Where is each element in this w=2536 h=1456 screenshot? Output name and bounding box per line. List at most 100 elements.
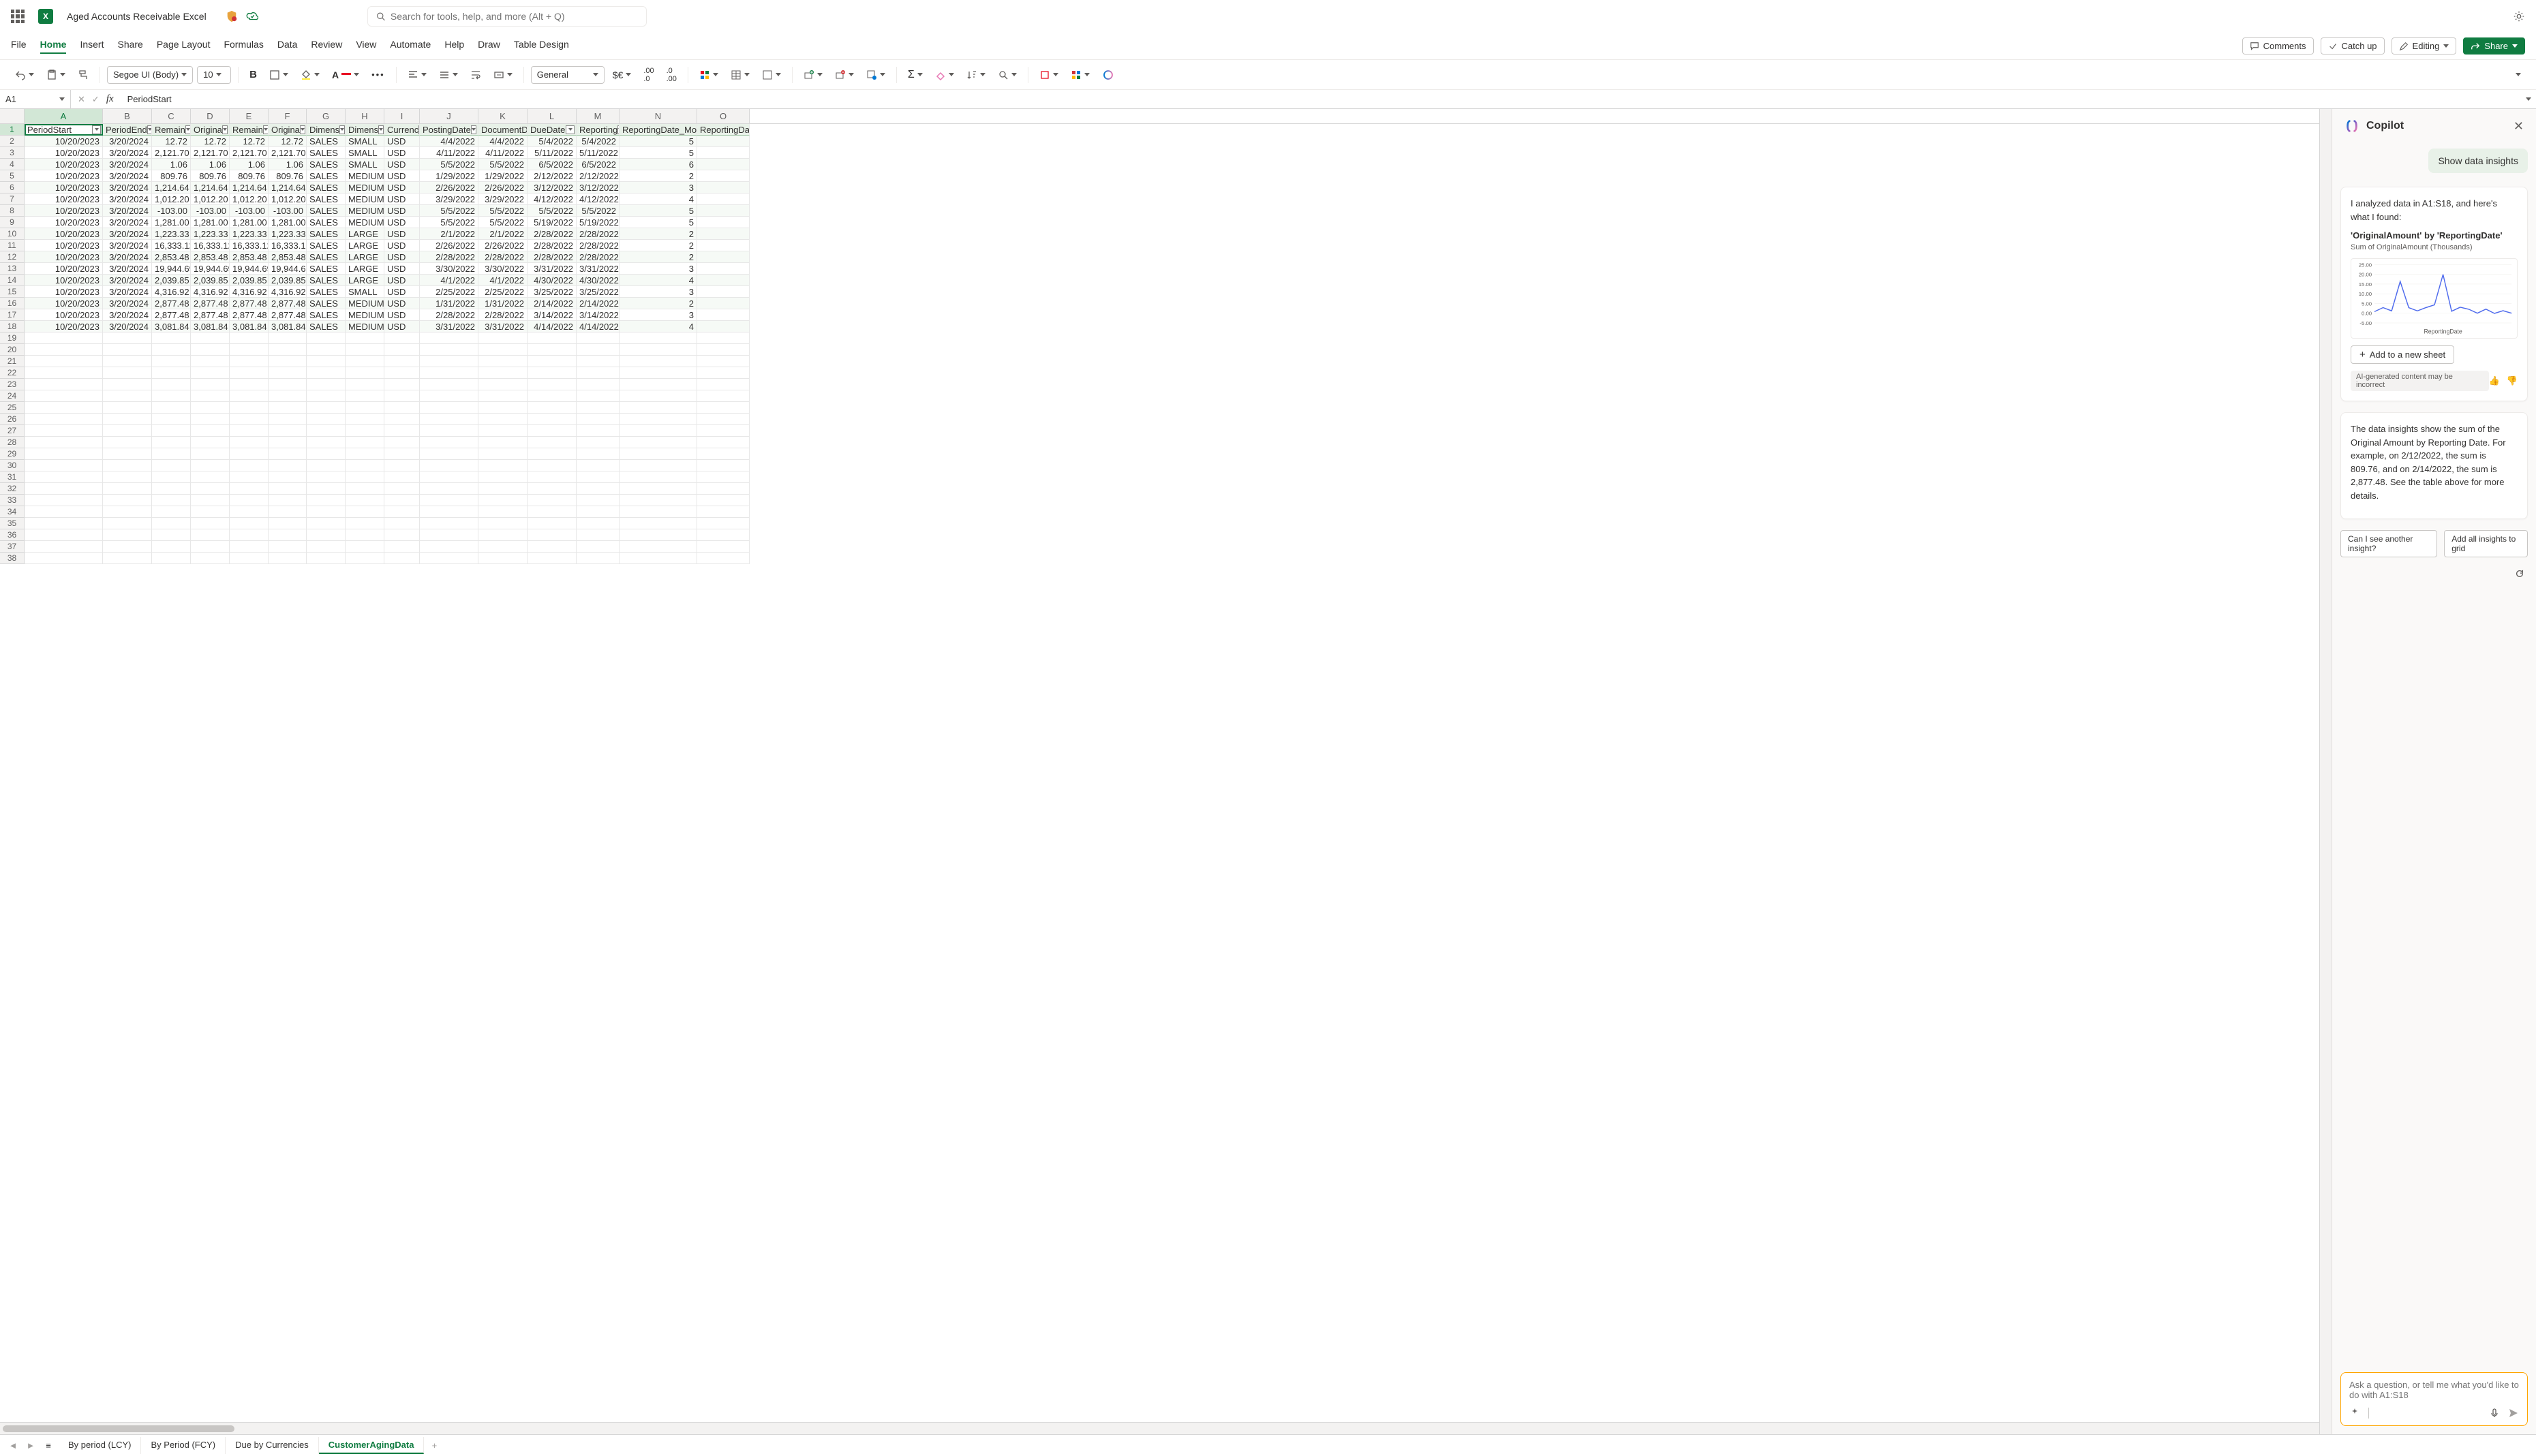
cell[interactable] xyxy=(697,367,750,379)
column-header-C[interactable]: C xyxy=(152,109,191,123)
cell[interactable] xyxy=(103,471,152,483)
row-header[interactable]: 21 xyxy=(0,356,25,367)
cell[interactable]: 1,281.00 xyxy=(230,217,269,228)
cell[interactable]: 1.06 xyxy=(269,159,307,170)
cell[interactable] xyxy=(384,460,420,471)
cell[interactable]: 2,853.48 xyxy=(230,251,269,263)
table-header-cell[interactable]: DocumentDate xyxy=(478,124,528,136)
cell[interactable] xyxy=(577,460,620,471)
filter-button[interactable] xyxy=(147,125,152,134)
cell[interactable] xyxy=(307,495,346,506)
cell[interactable] xyxy=(528,379,577,390)
cell[interactable]: SALES xyxy=(307,298,346,309)
cell[interactable]: 1/29/2022 xyxy=(420,170,478,182)
cell[interactable] xyxy=(346,471,384,483)
cell[interactable] xyxy=(577,414,620,425)
cell[interactable] xyxy=(577,529,620,541)
cell[interactable] xyxy=(478,425,528,437)
cell[interactable] xyxy=(103,553,152,564)
cell[interactable] xyxy=(191,367,230,379)
cell[interactable]: 2 xyxy=(620,251,697,263)
cell[interactable]: USD xyxy=(384,170,420,182)
table-header-cell[interactable]: ReportingDate_Mo xyxy=(620,124,697,136)
cell[interactable] xyxy=(620,390,697,402)
document-title[interactable]: Aged Accounts Receivable Excel xyxy=(67,11,207,22)
cell[interactable] xyxy=(103,448,152,460)
cell[interactable]: 1,223.33 xyxy=(152,228,191,240)
cell[interactable]: 2 xyxy=(620,240,697,251)
row-header[interactable]: 2 xyxy=(0,136,25,147)
cell[interactable]: 3/25/2022 xyxy=(528,286,577,298)
cell[interactable] xyxy=(103,483,152,495)
cell[interactable]: 5/5/2022 xyxy=(478,205,528,217)
cell[interactable]: SALES xyxy=(307,170,346,182)
cell[interactable] xyxy=(152,529,191,541)
cell[interactable] xyxy=(25,414,103,425)
cell[interactable]: -103.00 xyxy=(230,205,269,217)
cell[interactable]: 4/12/2022 xyxy=(528,193,577,205)
cell[interactable] xyxy=(528,367,577,379)
cell[interactable] xyxy=(420,344,478,356)
cell[interactable] xyxy=(528,448,577,460)
add-to-sheet-button[interactable]: +Add to a new sheet xyxy=(2351,345,2454,364)
copilot-sparkle-icon[interactable] xyxy=(2349,1408,2360,1419)
cell[interactable] xyxy=(191,506,230,518)
cell[interactable] xyxy=(420,367,478,379)
clear-button[interactable] xyxy=(931,67,958,83)
cell[interactable]: 3/31/2022 xyxy=(528,263,577,275)
cell[interactable] xyxy=(346,437,384,448)
row-header[interactable]: 10 xyxy=(0,228,25,240)
cell[interactable] xyxy=(152,495,191,506)
cell[interactable] xyxy=(152,402,191,414)
tab-share[interactable]: Share xyxy=(117,39,142,54)
cell[interactable]: 10/20/2023 xyxy=(25,251,103,263)
align-middle-button[interactable] xyxy=(435,67,462,83)
cell[interactable] xyxy=(230,506,269,518)
cell[interactable] xyxy=(152,541,191,553)
row-header[interactable]: 24 xyxy=(0,390,25,402)
cell[interactable] xyxy=(620,541,697,553)
column-header-B[interactable]: B xyxy=(103,109,152,123)
cell[interactable]: 12.72 xyxy=(191,136,230,147)
cell[interactable]: 4/11/2022 xyxy=(420,147,478,159)
row-header[interactable]: 7 xyxy=(0,193,25,205)
cell[interactable] xyxy=(307,471,346,483)
cell[interactable] xyxy=(577,390,620,402)
row-header[interactable]: 26 xyxy=(0,414,25,425)
cell[interactable]: 4,316.92 xyxy=(191,286,230,298)
catchup-button[interactable]: Catch up xyxy=(2321,37,2385,55)
cell[interactable]: USD xyxy=(384,309,420,321)
tab-automate[interactable]: Automate xyxy=(390,39,431,54)
tab-review[interactable]: Review xyxy=(311,39,342,54)
cell[interactable] xyxy=(384,553,420,564)
cell[interactable] xyxy=(269,425,307,437)
column-header-E[interactable]: E xyxy=(230,109,269,123)
cell[interactable] xyxy=(230,414,269,425)
table-header-cell[interactable]: PeriodStart xyxy=(25,124,103,136)
merge-button[interactable] xyxy=(489,67,517,83)
table-header-cell[interactable]: Remain xyxy=(152,124,191,136)
row-header[interactable]: 8 xyxy=(0,205,25,217)
cell[interactable]: SALES xyxy=(307,251,346,263)
table-header-cell[interactable]: Origina xyxy=(269,124,307,136)
cell[interactable] xyxy=(620,448,697,460)
cell[interactable] xyxy=(307,390,346,402)
tab-draw[interactable]: Draw xyxy=(478,39,500,54)
cell[interactable] xyxy=(478,483,528,495)
cell[interactable]: USD xyxy=(384,228,420,240)
cell[interactable]: 3/29/2022 xyxy=(420,193,478,205)
cell[interactable] xyxy=(478,379,528,390)
cell[interactable] xyxy=(697,425,750,437)
cell[interactable]: 1.06 xyxy=(191,159,230,170)
microphone-icon[interactable] xyxy=(2489,1408,2500,1419)
cell[interactable] xyxy=(384,344,420,356)
cell[interactable]: USD xyxy=(384,136,420,147)
cell[interactable] xyxy=(191,425,230,437)
cell[interactable] xyxy=(230,529,269,541)
cell[interactable]: 2,877.48 xyxy=(269,298,307,309)
cell[interactable]: 10/20/2023 xyxy=(25,263,103,275)
cell[interactable] xyxy=(620,367,697,379)
cell[interactable]: USD xyxy=(384,275,420,286)
autosum-button[interactable]: Σ xyxy=(904,66,927,84)
cell[interactable]: 19,944.69 xyxy=(191,263,230,275)
